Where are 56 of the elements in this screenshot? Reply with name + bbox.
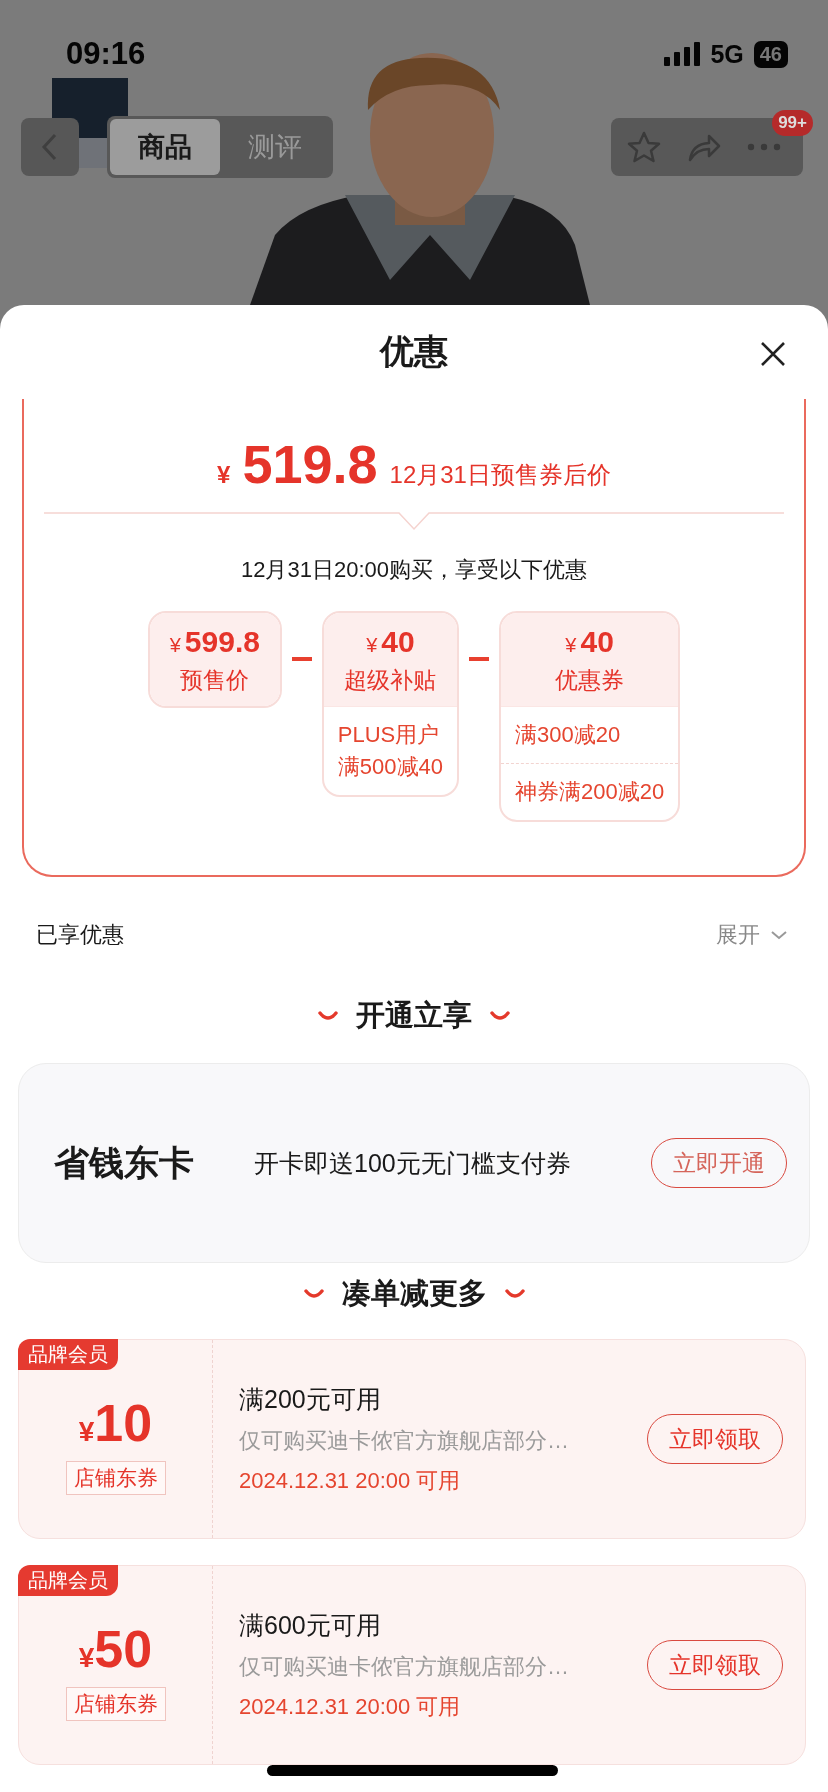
discount-label: 超级补贴 <box>344 666 437 695</box>
more-icon[interactable] <box>747 142 781 151</box>
signal-icon <box>664 42 701 66</box>
currency-symbol: ¥ <box>366 634 378 657</box>
coupon-amount: 10 <box>94 1393 153 1453</box>
sheet-title: 优惠 <box>380 331 448 372</box>
smile-icon <box>303 1289 324 1299</box>
member-tag: 品牌会员 <box>18 1565 118 1596</box>
coupon-time: 2024.12.31 20:00 可用 <box>239 1692 462 1721</box>
amount: 40 <box>580 625 614 659</box>
section-title: 凑单减更多 <box>341 1276 487 1311</box>
card-description: 开卡即送100元无门槛支付券 <box>254 1147 572 1179</box>
coupon-type: 店铺东券 <box>65 1687 166 1721</box>
discount-label: 预售价 <box>180 666 250 695</box>
discount-rule: 满300减20 <box>515 721 622 749</box>
open-card-button[interactable]: 立即开通 <box>651 1138 787 1188</box>
coupon-type: 店铺东券 <box>65 1461 166 1495</box>
tab[interactable]: 商品 <box>110 118 220 175</box>
currency-symbol: ¥ <box>78 1642 95 1674</box>
star-icon[interactable] <box>627 130 661 163</box>
section-title: 开通立享 <box>356 998 472 1033</box>
coupon-condition: 满200元可用 <box>239 1383 382 1415</box>
price-caption: 12月31日预售券后价 <box>389 460 611 490</box>
coupon-scope: 仅可购买迪卡侬官方旗舰店部分… <box>239 1652 570 1681</box>
amount: 599.8 <box>184 625 260 659</box>
back-button[interactable] <box>21 117 79 176</box>
currency-symbol: ¥ <box>78 1416 95 1448</box>
claim-button[interactable]: 立即领取 <box>647 1640 783 1690</box>
discount-rule: 神券满200减20 <box>515 778 665 806</box>
discount-rule: 满500减40 <box>337 753 443 781</box>
network-label: 5G <box>710 39 744 69</box>
smile-icon <box>504 1289 525 1299</box>
coupon-time: 2024.12.31 20:00 可用 <box>239 1466 462 1495</box>
member-tag: 品牌会员 <box>18 1339 118 1370</box>
coupon-amount: 50 <box>94 1619 153 1679</box>
claim-button[interactable]: 立即领取 <box>647 1414 783 1464</box>
minus-icon <box>291 657 312 661</box>
currency-symbol: ¥ <box>217 461 231 489</box>
final-price: 519.8 <box>242 433 378 495</box>
coupon-condition: 满600元可用 <box>239 1609 382 1641</box>
smile-icon <box>318 1011 338 1021</box>
status-time: 09:16 <box>66 36 146 72</box>
discount-label: 优惠券 <box>555 666 625 695</box>
currency-symbol: ¥ <box>565 634 577 657</box>
minus-icon <box>469 657 489 661</box>
card-name: 省钱东卡 <box>54 1141 195 1184</box>
currency-symbol: ¥ <box>169 634 181 657</box>
purchase-note: 12月31日20:00购买，享受以下优惠 <box>241 556 587 584</box>
coupon-scope: 仅可购买迪卡侬官方旗舰店部分… <box>239 1426 570 1455</box>
smile-icon <box>490 1011 510 1021</box>
tab[interactable]: 测评 <box>220 118 330 175</box>
close-icon[interactable] <box>760 341 786 367</box>
discount-rule: PLUS用户 <box>337 721 441 749</box>
applied-label: 已享优惠 <box>36 921 124 949</box>
expand-toggle[interactable]: 展开 <box>716 920 788 950</box>
amount: 40 <box>381 625 415 659</box>
